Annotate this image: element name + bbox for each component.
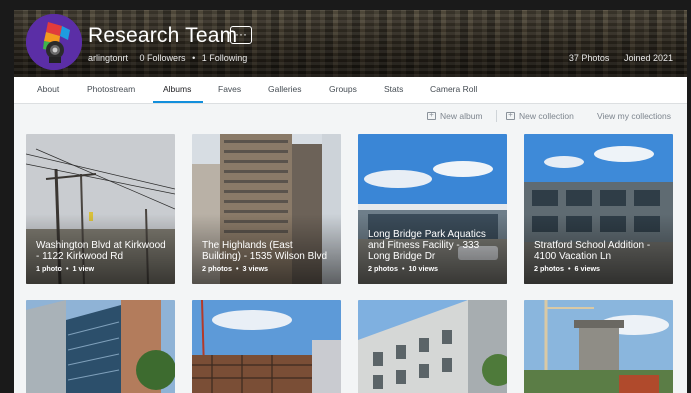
album-photo-count: 2 photos bbox=[534, 264, 564, 273]
tab-faves[interactable]: Faves bbox=[218, 77, 241, 103]
album-card[interactable] bbox=[26, 300, 175, 393]
album-view-count: 3 views bbox=[242, 264, 269, 273]
album-cover-image bbox=[192, 300, 341, 393]
active-tab-indicator bbox=[153, 101, 203, 103]
avatar-logo-icon bbox=[26, 14, 82, 70]
tab-groups[interactable]: Groups bbox=[329, 77, 357, 103]
album-cover-image bbox=[524, 300, 673, 393]
album-meta-separator: • bbox=[235, 264, 239, 273]
album-meta: 1 photo • 1 view bbox=[36, 264, 94, 273]
album-photo-count: 1 photo bbox=[36, 264, 62, 273]
album-title: Long Bridge Park Aquatics and Fitness Fa… bbox=[368, 229, 486, 262]
profile-stats: 37 Photos Joined 2021 bbox=[557, 53, 673, 63]
album-card[interactable]: Washington Blvd at Kirkwood - 1122 Kirkw… bbox=[26, 134, 175, 284]
meta-separator: • bbox=[192, 53, 196, 63]
album-meta-separator: • bbox=[401, 264, 405, 273]
tab-stats[interactable]: Stats bbox=[384, 77, 403, 103]
album-cover-image bbox=[358, 300, 507, 393]
album-card[interactable] bbox=[192, 300, 341, 393]
album-title: The Highlands (East Building) - 1535 Wil… bbox=[202, 240, 328, 262]
album-meta-separator: • bbox=[65, 264, 69, 273]
album-card[interactable]: Stratford School Addition - 4100 Vacatio… bbox=[524, 134, 673, 284]
followers-link[interactable]: 0 Followers bbox=[140, 53, 186, 63]
avatar[interactable] bbox=[26, 14, 82, 70]
album-cover-image bbox=[26, 300, 175, 393]
add-album-icon bbox=[427, 110, 436, 120]
album-photo-count: 2 photos bbox=[368, 264, 398, 273]
album-meta-separator: • bbox=[567, 264, 571, 273]
album-photo-count: 2 photos bbox=[202, 264, 232, 273]
album-card[interactable]: The Highlands (East Building) - 1535 Wil… bbox=[192, 134, 341, 284]
album-view-count: 6 views bbox=[574, 264, 601, 273]
new-collection-label: New collection bbox=[519, 111, 574, 121]
following-link[interactable]: 1 Following bbox=[202, 53, 248, 63]
album-title: Washington Blvd at Kirkwood - 1122 Kirkw… bbox=[36, 240, 166, 262]
album-meta: 2 photos • 3 views bbox=[202, 264, 268, 273]
album-meta: 2 photos • 6 views bbox=[534, 264, 600, 273]
tab-albums[interactable]: Albums bbox=[163, 77, 191, 103]
view-collections-link[interactable]: View my collections bbox=[597, 111, 671, 121]
joined-date: Joined 2021 bbox=[623, 53, 673, 63]
app-frame: Research Team ··· arlingtonrt 0 Follower… bbox=[14, 10, 687, 393]
album-meta: 2 photos • 10 views bbox=[368, 264, 438, 273]
album-view-count: 1 view bbox=[72, 264, 95, 273]
photo-count: 37 Photos bbox=[568, 53, 610, 63]
new-collection-button[interactable]: New collection bbox=[506, 110, 574, 121]
albums-toolbar: New album New collection View my collect… bbox=[14, 110, 687, 125]
tab-about[interactable]: About bbox=[37, 77, 59, 103]
new-album-button[interactable]: New album bbox=[427, 110, 483, 121]
username: arlingtonrt bbox=[88, 53, 129, 63]
tab-camera-roll[interactable]: Camera Roll bbox=[430, 77, 477, 103]
more-options-button[interactable]: ··· bbox=[230, 26, 252, 44]
profile-name: Research Team bbox=[88, 24, 238, 47]
album-card[interactable]: Long Bridge Park Aquatics and Fitness Fa… bbox=[358, 134, 507, 284]
tab-photostream[interactable]: Photostream bbox=[87, 77, 135, 103]
profile-meta: arlingtonrt 0 Followers • 1 Following bbox=[88, 53, 256, 63]
add-collection-icon bbox=[506, 110, 515, 120]
album-title: Stratford School Addition - 4100 Vacatio… bbox=[534, 240, 651, 262]
profile-tabs: About Photostream Albums Faves Galleries… bbox=[14, 77, 687, 104]
profile-header: Research Team ··· arlingtonrt 0 Follower… bbox=[14, 10, 687, 77]
new-album-label: New album bbox=[440, 111, 483, 121]
album-view-count: 10 views bbox=[408, 264, 439, 273]
album-card[interactable] bbox=[358, 300, 507, 393]
album-card[interactable] bbox=[524, 300, 673, 393]
tab-galleries[interactable]: Galleries bbox=[268, 77, 302, 103]
toolbar-divider bbox=[496, 110, 497, 122]
